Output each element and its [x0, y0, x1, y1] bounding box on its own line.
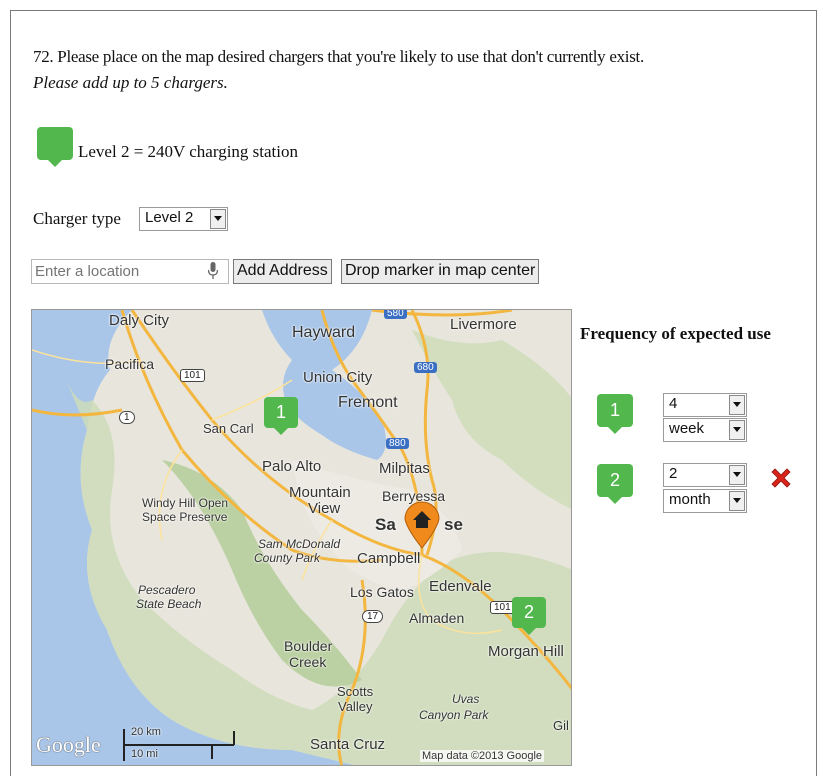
legend-label: Level 2 = 240V charging station — [78, 142, 299, 161]
map[interactable]: Daly City Hayward Livermore Pacifica Uni… — [31, 309, 572, 766]
map-label: Windy Hill Open — [142, 496, 229, 510]
scale-km: 20 km — [131, 726, 161, 738]
charger-2-count-value: 2 — [669, 465, 678, 482]
chevron-down-icon — [729, 491, 745, 511]
map-label: Gil — [553, 718, 569, 733]
map-label: Sa — [375, 515, 396, 534]
google-logo: Google — [36, 732, 101, 757]
question-instruction: Please add up to 5 chargers. — [33, 73, 228, 92]
highway-shield: 101 — [180, 369, 205, 382]
map-label: Sam McDonald — [258, 537, 341, 551]
charger-type-label: Charger type — [33, 209, 121, 228]
charger-1-count-select[interactable]: 4 — [663, 393, 747, 417]
charger-1-period-value: week — [669, 420, 705, 437]
highway-shield: 880 — [386, 438, 409, 449]
map-label: Union City — [303, 369, 373, 386]
map-label: Canyon Park — [419, 708, 489, 722]
charger-type-select[interactable]: Level 2 — [139, 207, 228, 231]
charger-2-period-select[interactable]: month — [663, 489, 747, 513]
highway-shield: 680 — [414, 362, 437, 373]
map-label: Mountain — [289, 484, 351, 501]
map-label: Pescadero — [138, 583, 196, 597]
chevron-down-icon — [210, 209, 226, 229]
charger-1-marker-icon: 1 — [597, 394, 633, 434]
map-marker-1[interactable]: 1 — [264, 397, 298, 435]
map-label: Valley — [338, 699, 373, 714]
chevron-down-icon — [729, 395, 745, 415]
map-label: Pacifica — [105, 356, 155, 372]
charger-1-count-value: 4 — [669, 395, 678, 412]
map-label: Edenvale — [429, 578, 492, 595]
home-marker-icon[interactable] — [403, 499, 441, 549]
charger-2-marker-icon: 2 — [597, 464, 633, 504]
charger-type-value: Level 2 — [145, 209, 194, 226]
highway-shield: 17 — [362, 610, 384, 623]
map-label: County Park — [254, 551, 321, 565]
map-label: Space Preserve — [142, 510, 228, 524]
map-label: Uvas — [452, 692, 480, 706]
map-label: Hayward — [292, 324, 356, 341]
map-label: Los Gatos — [350, 584, 414, 600]
charger-2-count-select[interactable]: 2 — [663, 463, 747, 487]
map-label: Boulder — [284, 638, 333, 654]
highway-shield: 101 — [490, 601, 515, 614]
map-label: San Carl — [203, 421, 254, 436]
map-label: Scotts — [337, 684, 374, 699]
map-label: Santa Cruz — [310, 736, 386, 753]
highway-shield: 580 — [384, 310, 407, 319]
charger-1-period-select[interactable]: week — [663, 418, 747, 442]
question-text: 72. Please place on the map desired char… — [33, 47, 644, 66]
charger-2-period-value: month — [669, 491, 711, 508]
drop-marker-button[interactable]: Drop marker in map center — [341, 259, 540, 284]
add-address-button[interactable]: Add Address — [233, 259, 332, 284]
map-label: Creek — [289, 654, 327, 670]
map-label: Daly City — [109, 312, 170, 329]
map-label: Morgan Hill — [488, 643, 564, 660]
map-attribution: Map data ©2013 Google — [420, 750, 545, 762]
chevron-down-icon — [729, 420, 745, 440]
location-input[interactable] — [31, 259, 229, 284]
map-label: Fremont — [338, 394, 398, 411]
map-label: Livermore — [450, 316, 517, 333]
delete-x-icon[interactable] — [769, 466, 793, 490]
map-label: Milpitas — [379, 460, 430, 477]
map-label: Campbell — [357, 550, 421, 567]
map-marker-2[interactable]: 2 — [512, 597, 546, 635]
frequency-title: Frequency of expected use — [580, 324, 771, 343]
scale-mi: 10 mi — [131, 748, 158, 760]
map-label: Almaden — [409, 610, 465, 626]
chevron-down-icon — [729, 465, 745, 485]
microphone-icon[interactable] — [208, 262, 218, 280]
map-label: Palo Alto — [262, 458, 322, 475]
green-charger-marker-icon — [37, 127, 73, 167]
map-label: se — [444, 515, 463, 534]
map-label: State Beach — [136, 597, 202, 611]
highway-shield: 1 — [119, 411, 135, 424]
map-label: View — [308, 500, 341, 517]
